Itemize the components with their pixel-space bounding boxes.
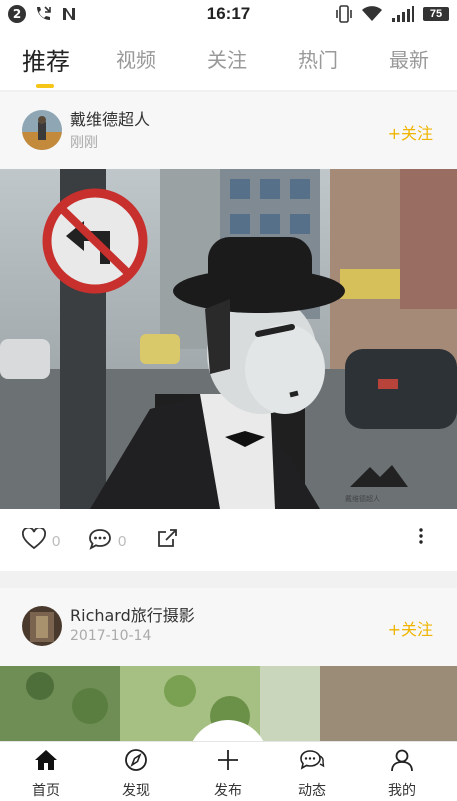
more-vertical-icon bbox=[419, 528, 423, 544]
nav-me-label: 我的 bbox=[388, 783, 416, 799]
tab-latest[interactable]: 最新 bbox=[389, 44, 429, 73]
share-icon bbox=[158, 529, 177, 547]
tab-video[interactable]: 视频 bbox=[116, 44, 156, 73]
active-tab-indicator bbox=[36, 84, 54, 88]
tab-following[interactable]: 关注 bbox=[207, 44, 247, 73]
heart-icon bbox=[22, 527, 46, 549]
like-action[interactable]: 0 bbox=[22, 527, 60, 550]
nav-home[interactable]: 首页 bbox=[16, 748, 76, 800]
more-options-button[interactable] bbox=[414, 525, 428, 547]
vibrate-icon bbox=[336, 5, 352, 23]
tab-recommend[interactable]: 推荐 bbox=[22, 42, 70, 77]
nav-me[interactable]: 我的 bbox=[372, 748, 432, 800]
nav-home-label: 首页 bbox=[32, 783, 60, 799]
post-header: Richard旅行摄影 2017-10-14 +关注 bbox=[0, 588, 457, 666]
post-actions: 0 0 bbox=[0, 509, 457, 571]
nav-publish[interactable]: 发布 bbox=[198, 748, 258, 800]
wifi-icon bbox=[362, 6, 382, 21]
status-bar: 2 16:17 75 bbox=[0, 0, 457, 28]
post-photo[interactable]: 戴维德超人 bbox=[0, 169, 457, 509]
battery-indicator: 75 bbox=[423, 7, 449, 21]
nav-discover[interactable]: 发现 bbox=[106, 748, 166, 800]
tab-hot[interactable]: 热门 bbox=[298, 44, 338, 73]
comment-count: 0 bbox=[118, 533, 127, 550]
follow-button[interactable]: +关注 bbox=[388, 120, 433, 144]
comment-icon bbox=[89, 528, 111, 550]
bottom-navigation: 首页 发现 发布 动态 我的 bbox=[0, 741, 457, 801]
status-right: 75 bbox=[335, 4, 449, 24]
photo-watermark: 戴维德超人 bbox=[345, 494, 380, 503]
like-count: 0 bbox=[52, 533, 61, 550]
nav-activity[interactable]: 动态 bbox=[282, 748, 342, 800]
avatar[interactable] bbox=[22, 606, 62, 646]
plus-icon bbox=[218, 750, 238, 770]
chat-bubbles-icon bbox=[300, 750, 325, 770]
nav-publish-label: 发布 bbox=[214, 783, 242, 799]
share-action[interactable] bbox=[156, 527, 178, 549]
post-time: 刚刚 bbox=[70, 135, 98, 151]
compass-icon bbox=[125, 749, 147, 771]
post-username[interactable]: 戴维德超人 bbox=[70, 106, 150, 130]
nav-discover-label: 发现 bbox=[122, 783, 150, 799]
avatar[interactable] bbox=[22, 110, 62, 150]
follow-button[interactable]: +关注 bbox=[388, 616, 433, 640]
post-time: 2017-10-14 bbox=[70, 628, 152, 644]
comment-action[interactable]: 0 bbox=[88, 527, 126, 550]
nav-activity-label: 动态 bbox=[298, 783, 326, 799]
category-tabs: 推荐 视频 关注 热门 最新 bbox=[0, 28, 457, 90]
person-icon bbox=[391, 749, 413, 772]
post-card: 戴维德超人 刚刚 +关注 戴维德超人 0 0 bbox=[0, 92, 457, 571]
post-header: 戴维德超人 刚刚 +关注 bbox=[0, 92, 457, 170]
home-icon bbox=[35, 750, 57, 770]
post-card: Richard旅行摄影 2017-10-14 +关注 bbox=[0, 588, 457, 741]
post-username[interactable]: Richard旅行摄影 bbox=[70, 602, 195, 626]
signal-icon bbox=[392, 6, 414, 22]
